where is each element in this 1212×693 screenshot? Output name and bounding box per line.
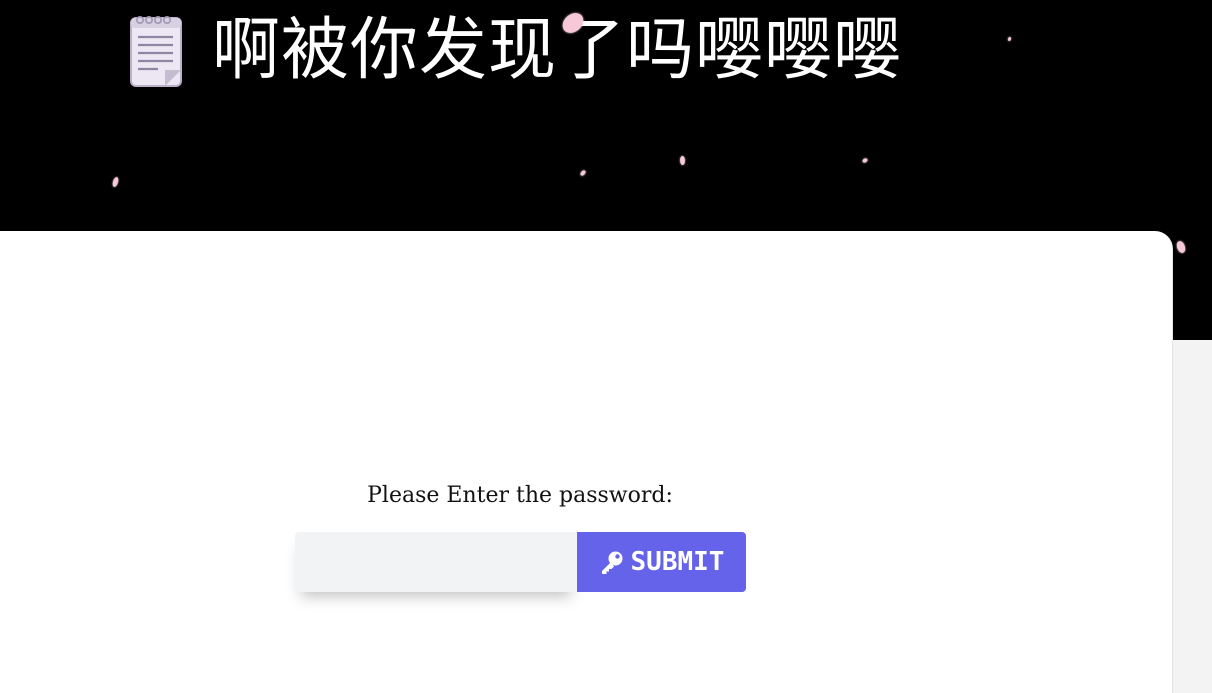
- title-row: 啊被你发现了吗嘤嘤嘤: [128, 8, 902, 94]
- submit-button[interactable]: SUBMIT: [577, 532, 746, 592]
- page: 啊被你发现了吗嘤嘤嘤 Please Enter the password: SU…: [0, 0, 1212, 693]
- password-prompt: Please Enter the password:: [367, 483, 673, 508]
- petal-decoration: [112, 176, 119, 188]
- petal-decoration: [1174, 239, 1188, 255]
- petal-decoration: [579, 169, 587, 177]
- petal-decoration: [679, 155, 686, 166]
- login-card: Please Enter the password: SUBMIT: [0, 231, 1173, 693]
- right-side-panel: [1173, 340, 1212, 693]
- petal-decoration: [1008, 37, 1011, 41]
- submit-button-label: SUBMIT: [630, 547, 725, 577]
- key-icon: [601, 551, 623, 574]
- petal-decoration: [861, 157, 869, 164]
- password-input[interactable]: [295, 532, 577, 592]
- page-title: 啊被你发现了吗嘤嘤嘤: [212, 11, 903, 90]
- notepad-icon: [130, 15, 182, 87]
